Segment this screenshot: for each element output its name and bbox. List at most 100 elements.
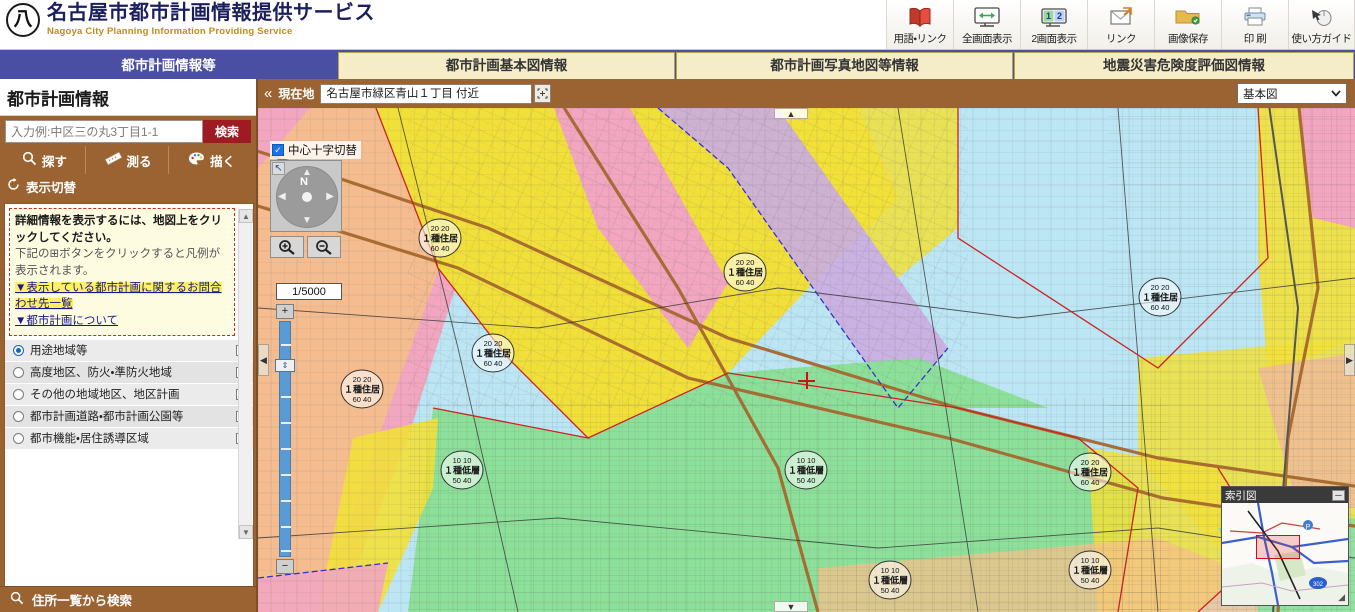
tool-tab-measure[interactable]: 測る <box>87 146 170 174</box>
index-map-minimize-button[interactable]: ─ <box>1332 489 1345 501</box>
about-city-planning-link[interactable]: ▼都市計画について <box>15 315 118 327</box>
dual-screen-icon: 1 2 <box>1039 3 1069 31</box>
checkbox-checked-icon[interactable]: ✓ <box>272 144 284 156</box>
search-input[interactable] <box>5 120 203 143</box>
layer-option-height-fire-district[interactable]: 高度地区、防火・準防火地域 ⊞ <box>5 361 253 384</box>
map-scale-display: 1/5000 <box>276 283 342 300</box>
toolbar-button-fullscreen[interactable]: 全画面表示 <box>953 0 1020 49</box>
zoom-slider-plus-button[interactable]: + <box>276 304 294 319</box>
svg-text:302: 302 <box>1313 582 1324 588</box>
toolbar-button-print[interactable]: 印 刷 <box>1221 0 1288 49</box>
display-switch-section-label: 表示切替 <box>26 180 77 195</box>
pan-west-button[interactable]: ◀ <box>278 191 286 202</box>
scroll-up-icon[interactable]: ▲ <box>239 209 253 223</box>
toolbar-button-dual-screen[interactable]: 1 2 2画面表示 <box>1020 0 1087 49</box>
tool-tab-measure-label: 測る <box>126 154 152 169</box>
center-crosshair-toggle-label: 中心十字切替 <box>288 145 357 157</box>
printer-icon <box>1241 3 1269 31</box>
basemap-select[interactable]: 基本図 <box>1237 83 1347 104</box>
toolbar-label-print: 印 刷 <box>1243 33 1267 45</box>
mail-link-icon <box>1107 3 1135 31</box>
map-area: « 現在地 名古屋市緑区青山１丁目 付近 基本図 20 20 １種住居 60 4… <box>258 79 1355 612</box>
radio-roads-parks[interactable] <box>13 410 24 422</box>
layer-option-other-district-plan[interactable]: その他の地域地区、地区計画 ⊞ <box>5 383 253 406</box>
zoom-slider-handle[interactable]: ⇕ <box>275 359 295 372</box>
toolbar-label-dual-screen: 2画面表示 <box>1031 33 1077 45</box>
zoning-map-render <box>258 108 1355 612</box>
radio-urban-function-zone[interactable] <box>13 432 24 444</box>
map-canvas[interactable]: 20 20 １種住居 60 40 20 20 １種住居 60 40 20 20 １種住居 60 … <box>258 108 1355 612</box>
pan-right-tab[interactable]: ▶ <box>1344 344 1355 376</box>
toolbar-button-save-image[interactable]: 画像保存 <box>1154 0 1221 49</box>
app-title-jp: 名古屋市都市計画情報提供サービス <box>47 2 375 24</box>
layer-option-use-district[interactable]: 用途地域等 ⊞ <box>5 339 253 362</box>
tool-tab-find[interactable]: 探す <box>4 146 86 174</box>
tab-photo-map-info[interactable]: 都市計画写真地図等情報 <box>676 52 1013 79</box>
tool-tab-draw-label: 描く <box>210 154 236 169</box>
sidebar: 都市計画情報 検索 探す 測る 描く 表示切替 <box>0 79 258 612</box>
search-button[interactable]: 検索 <box>203 120 251 143</box>
layer-option-roads-parks[interactable]: 都市計画道路・都市計画公園等 ⊞ <box>5 405 253 428</box>
pan-south-button[interactable]: ▼ <box>302 215 312 226</box>
tab-city-planning-info[interactable]: 都市計画情報等 <box>0 52 337 79</box>
scroll-down-icon[interactable]: ▼ <box>239 525 253 539</box>
tool-tab-draw[interactable]: 描く <box>171 146 253 174</box>
address-list-search-button[interactable]: 住所一覧から検索 <box>0 586 256 612</box>
zoom-out-icon[interactable] <box>307 236 341 258</box>
panel-scrollbar[interactable]: ▲ ▼ <box>238 209 253 539</box>
center-crosshair-toggle[interactable]: ✓ 中心十字切替 <box>270 141 361 159</box>
palette-icon <box>188 151 205 169</box>
app-title-en: Nagoya City Planning Information Providi… <box>47 26 293 37</box>
contact-list-link[interactable]: ▼表示している都市計画に関するお問合わせ先一覧 <box>15 281 222 311</box>
toolbar-button-guide[interactable]: 使い方ガイド <box>1288 0 1355 49</box>
toolbar-label-save-image: 画像保存 <box>1168 33 1209 45</box>
pan-compass-control[interactable]: ↖ ▲ ▼ ◀ ▶ N <box>270 160 342 232</box>
index-map-current-extent[interactable] <box>1256 535 1300 559</box>
toolbar-button-glossary[interactable]: 用語・リンク <box>886 0 953 49</box>
radio-other-district-plan[interactable] <box>13 388 24 400</box>
layer-option-urban-function-zone[interactable]: 都市機能・居住誘導区域 ⊞ <box>5 427 253 450</box>
book-icon <box>906 3 934 31</box>
zoom-slider[interactable]: + ⇕ − <box>275 304 295 574</box>
pan-up-tab[interactable]: ▲ <box>774 108 808 119</box>
main-tabs: 都市計画情報等 都市計画基本図情報 都市計画写真地図等情報 地震災害危険度評価図… <box>0 50 1355 79</box>
zoom-slider-minus-button[interactable]: − <box>276 559 294 574</box>
basemap-select-value: 基本図 <box>1243 88 1278 101</box>
svg-text:P: P <box>1306 524 1311 531</box>
compass-center-dot[interactable] <box>302 192 312 202</box>
tab-earthquake-risk-info[interactable]: 地震災害危険度評価図情報 <box>1014 52 1354 79</box>
radio-use-district[interactable] <box>13 344 24 356</box>
header-toolbar: 用語・リンク 全画面表示 1 2 2画面表示 リンク 画像保存 印 刷 使い方ガ… <box>886 0 1355 49</box>
layer-label-height-fire-district: 高度地区、防火・準防火地域 <box>30 367 172 380</box>
home-arrow-icon[interactable]: ↖ <box>272 162 285 175</box>
refresh-icon <box>7 178 20 194</box>
current-location-label: 現在地 <box>278 87 315 101</box>
tab-base-map-info[interactable]: 都市計画基本図情報 <box>338 52 675 79</box>
tool-tab-find-label: 探す <box>41 154 67 169</box>
index-map-body[interactable]: P 302 ◢ <box>1222 503 1348 605</box>
pan-left-tab[interactable]: ◀ <box>258 344 269 376</box>
svg-text:2: 2 <box>1057 11 1062 21</box>
pan-down-tab[interactable]: ▼ <box>774 601 808 612</box>
layer-label-other-district-plan: その他の地域地区、地区計画 <box>30 389 180 402</box>
current-location-value[interactable]: 名古屋市緑区青山１丁目 付近 <box>320 83 533 104</box>
brand: 八 名古屋市都市計画情報提供サービス Nagoya City Planning … <box>6 2 375 37</box>
ruler-icon <box>104 151 122 169</box>
radio-height-fire-district[interactable] <box>13 366 24 378</box>
svg-text:1: 1 <box>1046 11 1051 21</box>
toolbar-button-link[interactable]: リンク <box>1087 0 1154 49</box>
zoom-slider-track[interactable] <box>279 321 291 557</box>
address-search-bar: 検索 <box>0 116 256 146</box>
layer-option-list: 用途地域等 ⊞ 高度地区、防火・準防火地域 ⊞ その他の地域地区、地区計画 ⊞ … <box>5 339 253 450</box>
pan-east-button[interactable]: ▶ <box>326 191 334 202</box>
chevron-down-icon <box>1331 88 1341 100</box>
collapse-sidebar-button[interactable]: « <box>264 85 272 102</box>
magnifier-icon <box>10 591 24 608</box>
crosshair-pick-icon[interactable] <box>534 84 552 103</box>
sidebar-title: 都市計画情報 <box>0 79 256 116</box>
notice-wrapper: 詳細情報を表示するには、地図上をクリックしてください。 下記の⊞ボタンをクリック… <box>5 208 253 539</box>
zoom-in-icon[interactable] <box>270 236 304 258</box>
fullscreen-icon <box>972 3 1002 31</box>
index-map-resize-handle[interactable]: ◢ <box>1338 592 1345 603</box>
index-map-title: 索引図 <box>1225 489 1257 502</box>
